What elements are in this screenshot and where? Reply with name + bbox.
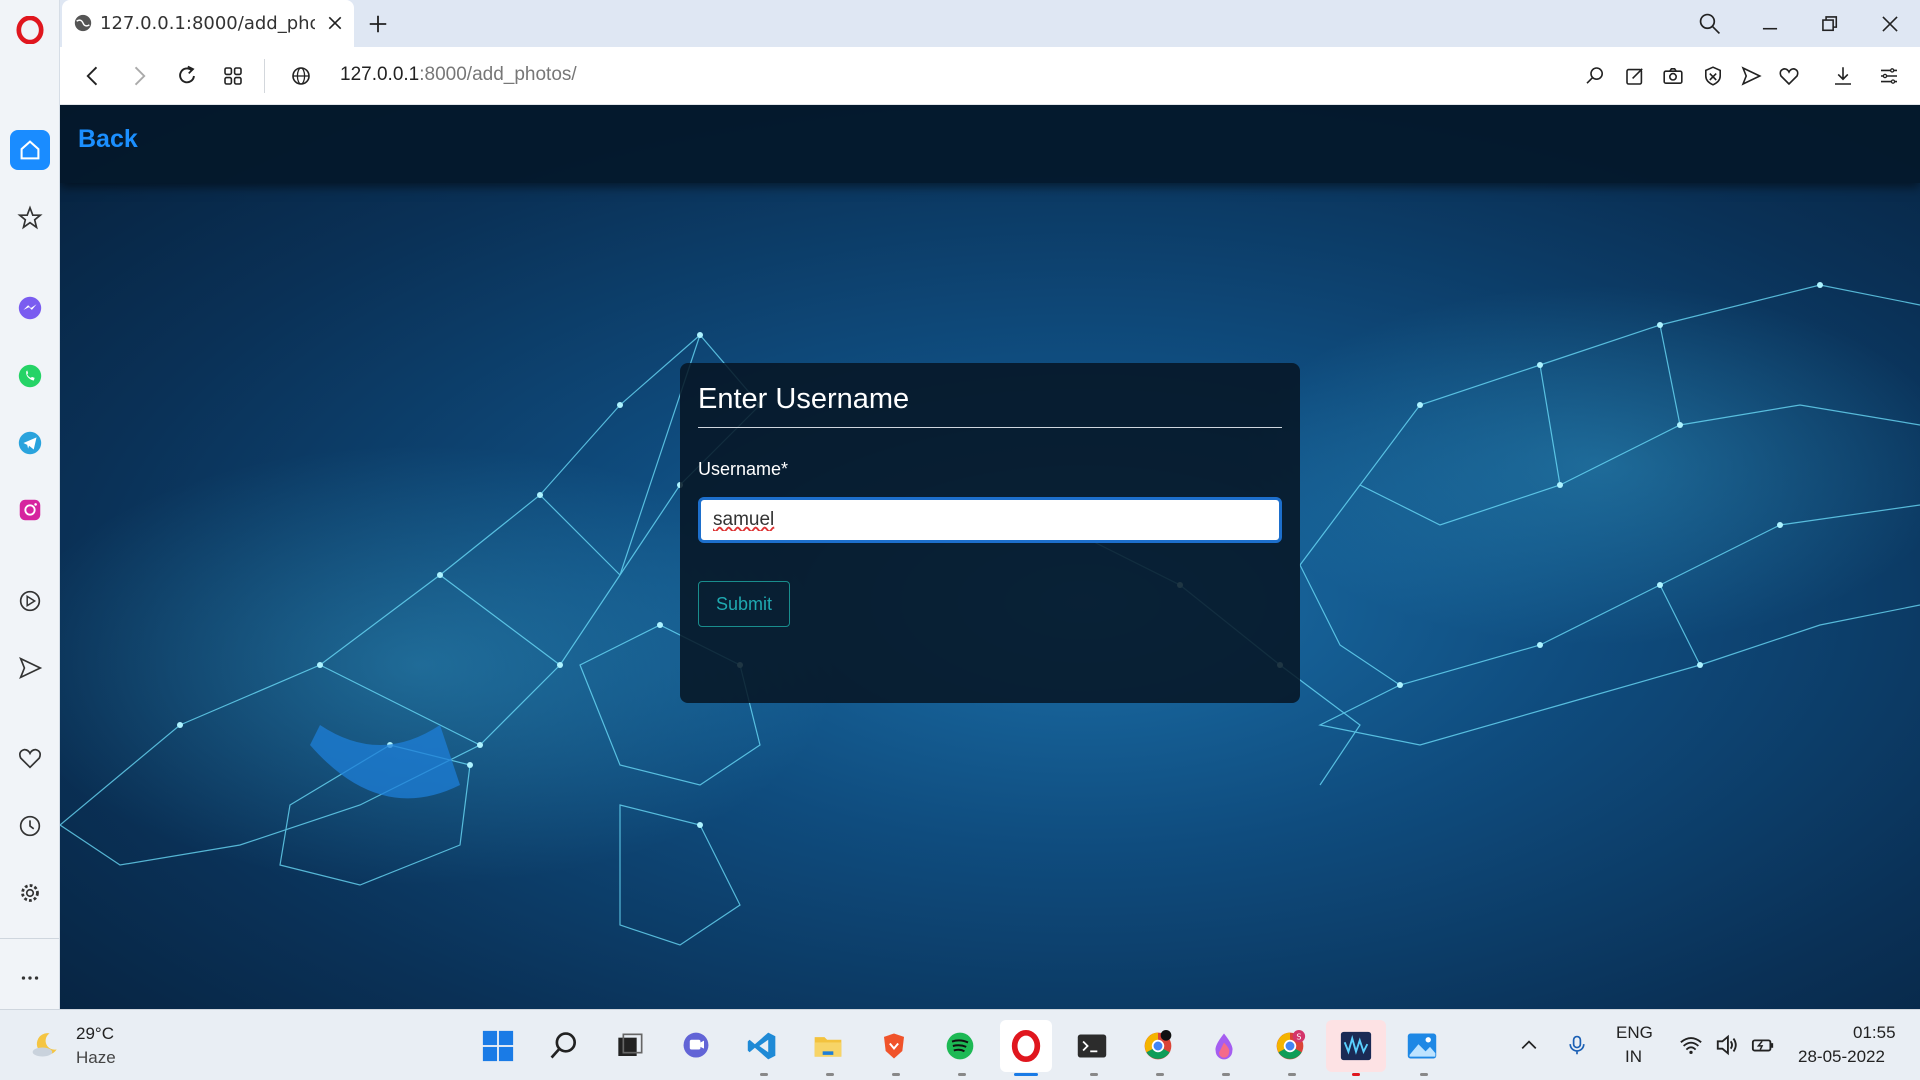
search-icon[interactable] bbox=[546, 1028, 582, 1064]
download-icon[interactable] bbox=[1828, 61, 1858, 91]
back-link[interactable]: Back bbox=[78, 125, 138, 154]
running-indicator bbox=[1352, 1073, 1360, 1076]
tab-title: 127.0.0.1:8000/add_photos bbox=[100, 13, 315, 34]
heart-icon[interactable] bbox=[10, 738, 50, 778]
waveform-app-icon[interactable] bbox=[1326, 1020, 1386, 1072]
brave-browser-icon[interactable] bbox=[876, 1028, 912, 1064]
show-hidden-icons-chevron-icon[interactable] bbox=[1516, 1032, 1542, 1058]
spotify-icon[interactable] bbox=[942, 1028, 978, 1064]
url-path: :8000/add_photos/ bbox=[419, 64, 577, 85]
browser-tab[interactable]: 127.0.0.1:8000/add_photos bbox=[62, 0, 354, 47]
whatsapp-icon[interactable] bbox=[10, 356, 50, 396]
zoom-search-icon[interactable] bbox=[1580, 61, 1610, 91]
address-toolbar: 127.0.0.1:8000/add_photos/ bbox=[60, 47, 1920, 105]
player-icon[interactable] bbox=[10, 581, 50, 621]
top-navbar: Back bbox=[60, 105, 1920, 183]
paint-drop-icon[interactable] bbox=[1206, 1028, 1242, 1064]
wifi-icon[interactable] bbox=[1678, 1032, 1704, 1058]
send-icon[interactable] bbox=[10, 648, 50, 688]
volume-icon[interactable] bbox=[1714, 1032, 1740, 1058]
username-input[interactable] bbox=[698, 497, 1282, 543]
new-tab-icon[interactable] bbox=[366, 12, 390, 36]
reload-icon[interactable] bbox=[172, 61, 202, 91]
instagram-icon[interactable] bbox=[10, 490, 50, 530]
form-title: Enter Username bbox=[698, 383, 910, 415]
opera-sidebar bbox=[0, 0, 60, 1009]
address-field[interactable]: 127.0.0.1:8000/add_photos/ bbox=[340, 64, 577, 86]
star-icon[interactable] bbox=[10, 198, 50, 238]
ad-blocker-shield-icon[interactable] bbox=[1698, 61, 1728, 91]
running-indicator bbox=[760, 1073, 768, 1076]
close-tab-icon[interactable] bbox=[324, 12, 346, 34]
submit-button[interactable]: Submit bbox=[698, 581, 790, 627]
photos-icon[interactable] bbox=[1404, 1028, 1440, 1064]
profile-badge: S bbox=[1296, 1032, 1301, 1041]
teams-chat-icon[interactable] bbox=[678, 1028, 714, 1064]
running-indicator bbox=[1156, 1073, 1164, 1076]
running-indicator bbox=[1222, 1073, 1230, 1076]
active-indicator bbox=[1014, 1073, 1038, 1076]
history-icon[interactable] bbox=[10, 806, 50, 846]
task-view-icon[interactable] bbox=[612, 1028, 648, 1064]
clock-date[interactable]: 28-05-2022 bbox=[1798, 1047, 1885, 1067]
speed-dial-icon[interactable] bbox=[218, 61, 248, 91]
running-indicator bbox=[1288, 1073, 1296, 1076]
language-region: IN bbox=[1625, 1047, 1642, 1066]
chrome-icon[interactable] bbox=[1140, 1028, 1176, 1064]
sidebar-divider bbox=[0, 938, 59, 939]
running-indicator bbox=[892, 1073, 900, 1076]
search-tabs-icon[interactable] bbox=[1696, 10, 1724, 38]
more-icon[interactable] bbox=[10, 958, 50, 998]
globe-icon bbox=[72, 12, 94, 34]
messenger-icon[interactable] bbox=[10, 288, 50, 328]
file-explorer-icon[interactable] bbox=[810, 1028, 846, 1064]
url-host: 127.0.0.1 bbox=[340, 64, 420, 85]
forward-arrow-icon[interactable] bbox=[124, 61, 154, 91]
microphone-icon[interactable] bbox=[1564, 1032, 1590, 1058]
title-divider bbox=[698, 427, 1282, 428]
username-label: Username* bbox=[698, 459, 789, 479]
running-indicator bbox=[1420, 1073, 1428, 1076]
language-code[interactable]: ENG bbox=[1616, 1023, 1653, 1043]
easy-setup-menu-icon[interactable] bbox=[1874, 61, 1904, 91]
running-indicator bbox=[826, 1073, 834, 1076]
vscode-icon[interactable] bbox=[744, 1028, 780, 1064]
clock-time[interactable]: 01:55 bbox=[1853, 1023, 1896, 1043]
web-page: Back Enter Username Username* Submit bbox=[60, 105, 1920, 1009]
close-window-icon[interactable] bbox=[1876, 10, 1904, 38]
camera-icon[interactable] bbox=[1658, 61, 1688, 91]
snapshot-edit-icon[interactable] bbox=[1620, 61, 1650, 91]
site-info-globe-icon[interactable] bbox=[286, 61, 316, 91]
minimize-icon[interactable] bbox=[1756, 10, 1784, 38]
running-indicator bbox=[1090, 1073, 1098, 1076]
home-icon[interactable] bbox=[10, 130, 50, 170]
opera-taskbar-icon[interactable] bbox=[1000, 1020, 1052, 1072]
flow-send-icon[interactable] bbox=[1736, 61, 1766, 91]
battery-charging-icon[interactable] bbox=[1750, 1032, 1776, 1058]
running-indicator bbox=[958, 1073, 966, 1076]
weather-temp: 29°C bbox=[76, 1024, 114, 1043]
telegram-icon[interactable] bbox=[10, 423, 50, 463]
windows-taskbar: 29°C Haze S ENG IN 01:55 28-05-2022 bbox=[0, 1009, 1920, 1080]
restore-icon[interactable] bbox=[1816, 10, 1844, 38]
opera-logo-icon[interactable] bbox=[10, 10, 50, 50]
weather-moon-icon[interactable] bbox=[28, 1026, 64, 1062]
toolbar-divider bbox=[264, 59, 265, 93]
weather-desc: Haze bbox=[76, 1048, 116, 1067]
username-form-card: Enter Username Username* Submit bbox=[680, 363, 1300, 703]
terminal-icon[interactable] bbox=[1074, 1028, 1110, 1064]
back-arrow-icon[interactable] bbox=[78, 61, 108, 91]
chrome-profile-icon[interactable]: S bbox=[1272, 1028, 1308, 1064]
bookmark-heart-icon[interactable] bbox=[1774, 61, 1804, 91]
windows-start-icon[interactable] bbox=[480, 1028, 516, 1064]
settings-gear-icon[interactable] bbox=[10, 873, 50, 913]
